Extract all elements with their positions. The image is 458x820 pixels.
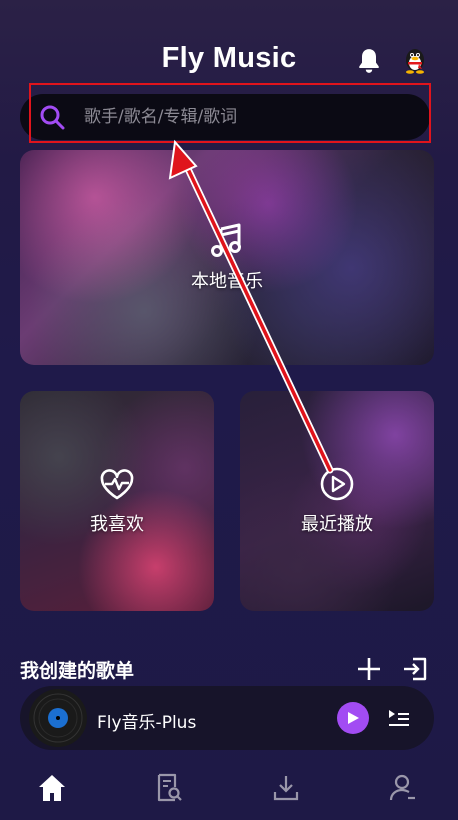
play-circle-icon (320, 467, 354, 501)
play-icon (348, 712, 359, 724)
qq-penguin-icon[interactable] (401, 45, 429, 75)
local-music-card[interactable]: 本地音乐 (20, 150, 434, 365)
plus-icon[interactable] (356, 656, 382, 682)
header: Fly Music (0, 0, 458, 90)
bell-icon[interactable] (356, 47, 382, 75)
music-note-icon (211, 223, 241, 257)
bottom-tab-bar (0, 760, 458, 820)
my-playlists-title: 我创建的歌单 (20, 660, 135, 682)
vinyl-disc-icon (29, 689, 87, 747)
favorite-label: 我喜欢 (90, 514, 144, 535)
play-button[interactable] (337, 702, 369, 734)
app-title: Fly Music (161, 42, 297, 74)
search-bar[interactable] (20, 94, 430, 140)
playlist-queue-icon[interactable] (387, 706, 411, 730)
import-icon[interactable] (401, 655, 429, 683)
profile-icon[interactable] (388, 772, 418, 804)
local-music-label: 本地音乐 (191, 270, 263, 292)
track-title: Fly音乐-Plus (97, 713, 197, 733)
search-input[interactable] (84, 94, 414, 140)
heart-pulse-icon (100, 469, 134, 500)
download-icon[interactable] (271, 772, 301, 804)
favorite-card[interactable]: 我喜欢 (20, 391, 214, 611)
recent-played-label: 最近播放 (301, 514, 373, 535)
discover-icon[interactable] (154, 772, 184, 804)
recent-played-card[interactable]: 最近播放 (240, 391, 434, 611)
home-icon[interactable] (37, 772, 67, 804)
mini-player[interactable]: Fly音乐-Plus (20, 686, 434, 750)
search-icon (40, 105, 65, 130)
